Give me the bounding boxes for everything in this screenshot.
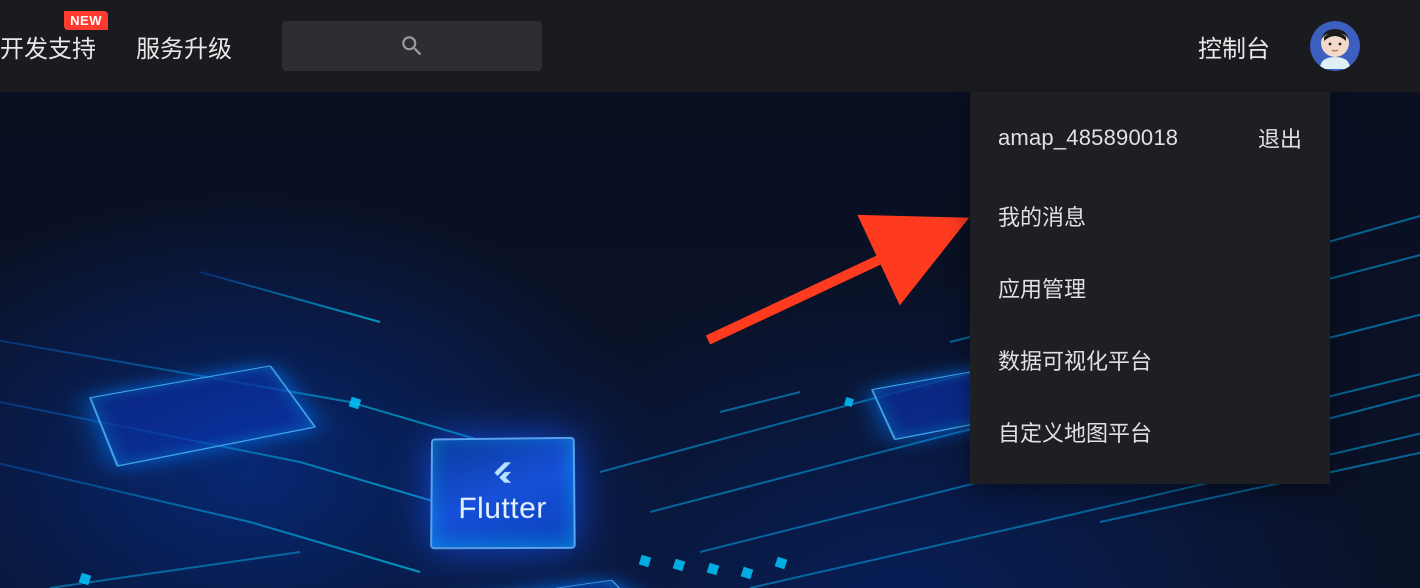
dropdown-header: amap_485890018 退出 (970, 116, 1330, 180)
nav-service-upgrade[interactable]: 服务升级 (116, 29, 252, 64)
flutter-logo-icon (490, 460, 516, 486)
avatar[interactable] (1310, 21, 1360, 71)
dropdown-item-custom-map[interactable]: 自定义地图平台 (970, 396, 1330, 468)
logout-link[interactable]: 退出 (1258, 122, 1302, 154)
flutter-label: Flutter (458, 492, 547, 526)
nav-service-upgrade-label: 服务升级 (136, 29, 232, 64)
console-label: 控制台 (1198, 36, 1270, 63)
dropdown-item-messages[interactable]: 我的消息 (970, 180, 1330, 252)
top-header: 开发支持 NEW 服务升级 控制台 (0, 0, 1420, 92)
nav-dev-support[interactable]: 开发支持 NEW (0, 29, 116, 64)
nav-dev-support-label: 开发支持 (0, 29, 96, 64)
dropdown-item-app-management[interactable]: 应用管理 (970, 252, 1330, 324)
flutter-card: Flutter (430, 437, 576, 549)
console-link[interactable]: 控制台 (1198, 29, 1270, 64)
dropdown-item-data-viz[interactable]: 数据可视化平台 (970, 324, 1330, 396)
dropdown-username: amap_485890018 (998, 125, 1178, 151)
search-icon (399, 33, 425, 59)
user-dropdown: amap_485890018 退出 我的消息 应用管理 数据可视化平台 自定义地… (970, 92, 1330, 484)
search-input[interactable] (282, 21, 542, 71)
avatar-icon (1310, 21, 1360, 71)
new-badge: NEW (64, 11, 108, 30)
